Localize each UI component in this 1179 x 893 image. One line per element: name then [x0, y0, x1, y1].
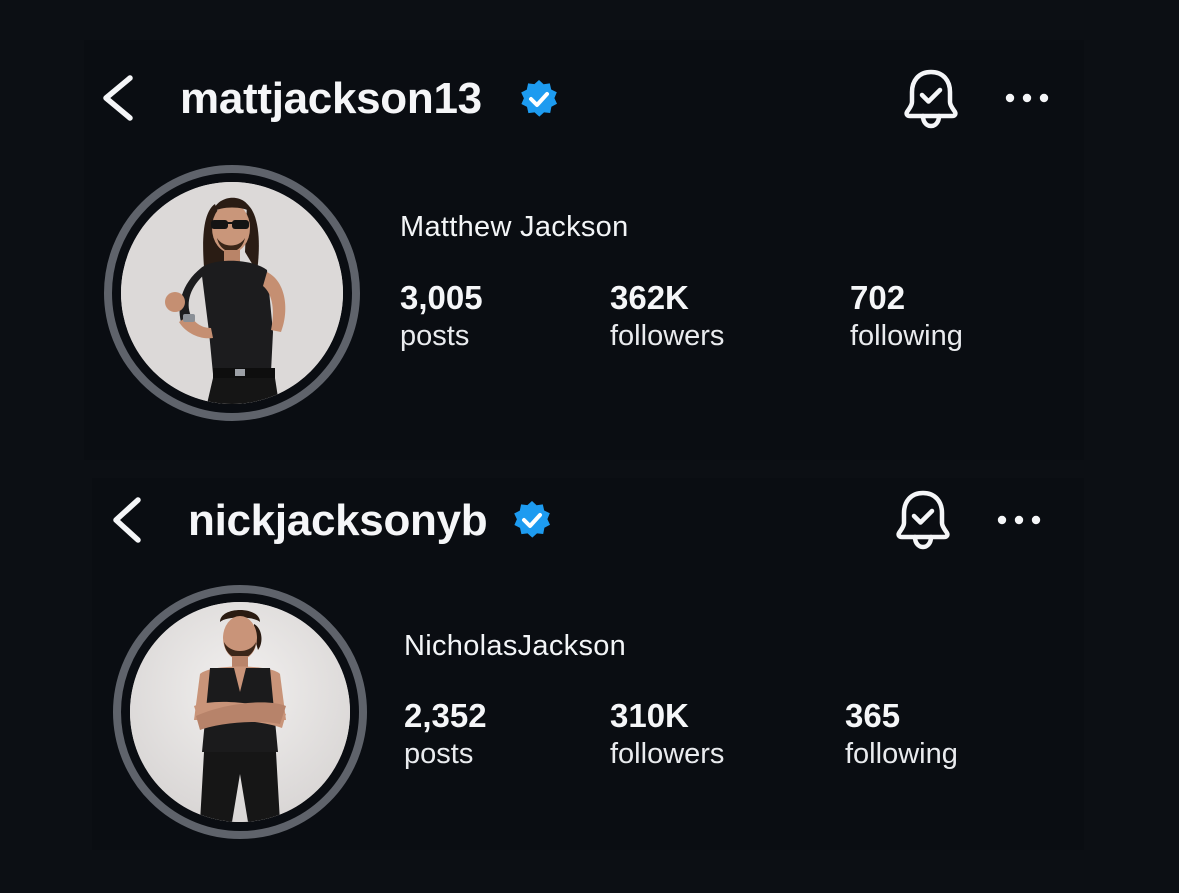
verified-badge-icon — [517, 78, 561, 122]
followers-count: 362K — [610, 279, 689, 316]
following-stat[interactable]: 365 following — [845, 696, 958, 772]
notifications-button[interactable] — [902, 68, 960, 130]
profile-full-name: NicholasJackson — [404, 630, 627, 662]
more-options-button[interactable] — [1003, 90, 1051, 106]
following-stat[interactable]: 702 following — [850, 278, 963, 354]
profile-photo — [130, 602, 350, 822]
more-horizontal-icon — [1005, 93, 1049, 103]
followers-label: followers — [610, 320, 725, 352]
following-label: following — [845, 738, 958, 770]
following-count: 365 — [845, 697, 901, 734]
posts-label: posts — [400, 320, 470, 352]
avatar — [121, 182, 343, 404]
chevron-left-icon — [103, 75, 133, 121]
bell-check-icon — [896, 490, 950, 550]
more-horizontal-icon — [997, 515, 1041, 525]
posts-label: posts — [404, 738, 474, 770]
back-button[interactable] — [96, 68, 144, 128]
bell-check-icon — [904, 69, 958, 129]
more-options-button[interactable] — [995, 512, 1043, 528]
profile-full-name: Matthew Jackson — [400, 211, 629, 243]
profile-username: nickjacksonyb — [188, 496, 488, 545]
followers-label: followers — [610, 738, 725, 770]
notifications-button[interactable] — [894, 489, 952, 551]
posts-count: 3,005 — [400, 279, 483, 316]
posts-stat[interactable]: 3,005 posts — [400, 278, 483, 354]
following-count: 702 — [850, 279, 906, 316]
profile-photo — [121, 182, 343, 404]
followers-count: 310K — [610, 697, 689, 734]
screenshot-canvas: mattjackson13 Matthew Jackson 3,005 post… — [0, 0, 1179, 893]
profile-username: mattjackson13 — [180, 74, 482, 123]
posts-count: 2,352 — [404, 697, 487, 734]
followers-stat[interactable]: 310K followers — [610, 696, 724, 772]
chevron-left-icon — [113, 497, 141, 543]
following-label: following — [850, 320, 963, 352]
verified-badge-icon — [510, 499, 554, 543]
posts-stat[interactable]: 2,352 posts — [404, 696, 487, 772]
avatar — [130, 602, 350, 822]
back-button[interactable] — [104, 490, 152, 550]
followers-stat[interactable]: 362K followers — [610, 278, 724, 354]
